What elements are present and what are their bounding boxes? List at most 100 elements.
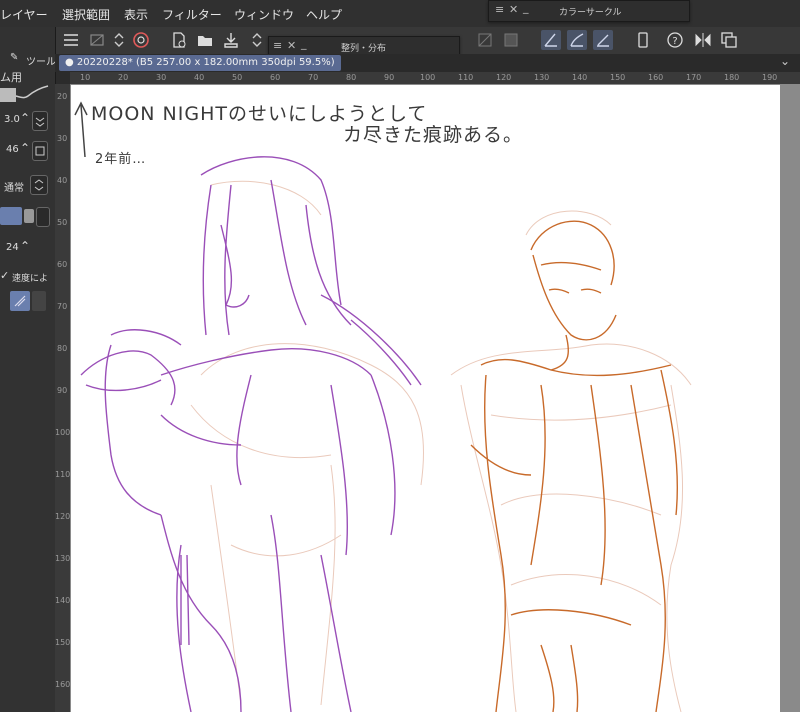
brush-tip-option[interactable] bbox=[24, 209, 34, 223]
checkbox-checked-icon[interactable]: ✓ bbox=[0, 269, 9, 282]
menu-view[interactable]: 表示 bbox=[124, 6, 148, 23]
chevron-updown-icon[interactable] bbox=[36, 207, 50, 227]
ruler-tick: 100 bbox=[55, 428, 71, 437]
pressure-toggle[interactable] bbox=[32, 111, 48, 131]
purple-figure-sketch bbox=[80, 156, 422, 712]
open-folder-icon[interactable] bbox=[195, 30, 215, 50]
stepper-icon[interactable]: ⌃ bbox=[20, 141, 30, 155]
stabilization-row[interactable]: 24 ⌃ bbox=[0, 237, 55, 261]
pen-curve-icon[interactable] bbox=[567, 30, 587, 50]
document-tab[interactable]: ● 20220228* (B5 257.00 x 182.00mm 350dpi… bbox=[59, 55, 341, 71]
document-tab-label: 20220228* (B5 257.00 x 182.00mm 350dpi 5… bbox=[76, 57, 335, 68]
ruler-tick: 150 bbox=[55, 638, 71, 647]
brush-size-value: 3.0 bbox=[4, 114, 20, 125]
ruler-tick: 160 bbox=[55, 680, 71, 689]
brush-size-row[interactable]: 3.0 ⌃ bbox=[0, 109, 55, 133]
ruler-tick: 80 bbox=[57, 344, 68, 353]
ruler-tick: 150 bbox=[610, 73, 626, 82]
window-arrange-icon[interactable] bbox=[719, 30, 739, 50]
panel-grip-icon[interactable]: ≡ bbox=[273, 39, 282, 52]
ruler-tick: 130 bbox=[534, 73, 550, 82]
ruler-tick: 110 bbox=[458, 73, 474, 82]
ruler-tick: 80 bbox=[346, 73, 357, 82]
ruler-tick: 130 bbox=[55, 554, 71, 563]
new-file-icon[interactable] bbox=[169, 30, 189, 50]
ruler-tick: 100 bbox=[420, 73, 436, 82]
ruler-tick: 60 bbox=[57, 260, 68, 269]
panel-grip-icon[interactable]: ≡ bbox=[495, 3, 504, 16]
blend-mode-row[interactable]: 通常 bbox=[0, 173, 55, 197]
ruler-tick: 70 bbox=[57, 302, 68, 311]
menu-filter[interactable]: フィルター bbox=[162, 6, 222, 23]
help-icon[interactable]: ? bbox=[665, 30, 685, 50]
stepper-icon[interactable]: ⌃ bbox=[20, 111, 30, 125]
device-icon[interactable] bbox=[633, 30, 653, 50]
ruler-tick: 70 bbox=[308, 73, 319, 82]
close-icon[interactable]: ✕ bbox=[287, 39, 296, 52]
menu-selection[interactable]: 選択範囲 bbox=[62, 6, 110, 23]
ruler-tick: 180 bbox=[724, 73, 740, 82]
speed-label: 速度によ bbox=[12, 274, 49, 284]
texture-option-icon[interactable] bbox=[32, 291, 46, 311]
menu-layer[interactable]: レイヤー bbox=[0, 6, 48, 23]
stabilization-value: 24 bbox=[6, 242, 19, 253]
menu-icon[interactable] bbox=[61, 30, 81, 50]
ruler-tick: 120 bbox=[55, 512, 71, 521]
stepper-icon[interactable]: ⌃ bbox=[20, 239, 30, 253]
transform-icon[interactable] bbox=[87, 30, 107, 50]
arrow-mark bbox=[74, 101, 88, 158]
ruler-tick: 120 bbox=[496, 73, 512, 82]
opacity-toggle[interactable] bbox=[32, 141, 48, 161]
rough-sketch-layer bbox=[190, 180, 692, 712]
stabilize-icon[interactable] bbox=[541, 30, 561, 50]
ruler-tick: 40 bbox=[194, 73, 205, 82]
ruler-tick: 60 bbox=[270, 73, 281, 82]
speed-row[interactable]: ✓ 速度によ bbox=[0, 265, 55, 289]
clear-layer-icon[interactable] bbox=[475, 30, 495, 50]
ruler-tick: 50 bbox=[57, 218, 68, 227]
pen-pressure-icon[interactable] bbox=[593, 30, 613, 50]
panel-title: 整列・分布 bbox=[341, 44, 387, 54]
stepper-icon[interactable] bbox=[109, 30, 129, 50]
ruler-tick: 190 bbox=[762, 73, 778, 82]
orange-figure-sketch bbox=[470, 220, 678, 712]
ruler-tick: 160 bbox=[648, 73, 664, 82]
stepper-icon[interactable] bbox=[247, 30, 267, 50]
minimize-icon[interactable]: _ bbox=[523, 1, 529, 14]
brush-tip-selected[interactable] bbox=[0, 207, 22, 225]
fill-icon[interactable] bbox=[501, 30, 521, 50]
document-tab-bar: ● 20220228* (B5 257.00 x 182.00mm 350dpi… bbox=[55, 54, 800, 72]
ruler-tick: 90 bbox=[57, 386, 68, 395]
tool-property-panel: ✎ ツール ム用 3.0 ⌃ 46 ⌃ 通常 24 ⌃ ✓ 速度によ bbox=[0, 27, 56, 712]
color-circle-panel[interactable]: ≡ ✕ _ カラーサークル bbox=[488, 0, 690, 22]
rotate-reset-icon[interactable] bbox=[131, 30, 151, 50]
brush-stroke-preview[interactable] bbox=[0, 82, 50, 104]
minimize-icon[interactable]: _ bbox=[301, 37, 307, 50]
menu-window[interactable]: ウィンドウ bbox=[234, 6, 294, 23]
ruler-tick: 30 bbox=[156, 73, 167, 82]
panel-title: カラーサークル bbox=[559, 8, 622, 18]
opacity-row[interactable]: 46 ⌃ bbox=[0, 139, 55, 163]
menu-help[interactable]: ヘルプ bbox=[306, 6, 342, 23]
texture-selected-icon[interactable] bbox=[10, 291, 30, 311]
sketch-drawing bbox=[74, 101, 692, 712]
ruler-tick: 110 bbox=[55, 470, 71, 479]
ruler-tick: 20 bbox=[57, 92, 68, 101]
ruler-tick: 40 bbox=[57, 176, 68, 185]
blend-mode-value: 通常 bbox=[4, 183, 24, 194]
ruler-tick: 140 bbox=[572, 73, 588, 82]
save-icon[interactable] bbox=[221, 30, 241, 50]
texture-row[interactable] bbox=[0, 289, 55, 313]
chevron-down-icon[interactable]: ⌄ bbox=[780, 54, 790, 68]
panel-header: ツール bbox=[26, 57, 56, 68]
ruler-tick: 30 bbox=[57, 134, 68, 143]
ruler-tick: 170 bbox=[686, 73, 702, 82]
ruler-tick: 90 bbox=[384, 73, 395, 82]
flip-icon[interactable] bbox=[693, 30, 713, 50]
close-icon[interactable]: ✕ bbox=[509, 3, 518, 16]
ruler-vertical: 20 30 40 50 60 70 80 90 100 110 120 130 … bbox=[55, 84, 71, 712]
brush-tool-icon: ✎ bbox=[10, 52, 19, 63]
note-side: 2年前… bbox=[95, 152, 147, 167]
brush-tip-row[interactable] bbox=[0, 205, 55, 229]
chevron-updown-icon[interactable] bbox=[30, 175, 48, 195]
